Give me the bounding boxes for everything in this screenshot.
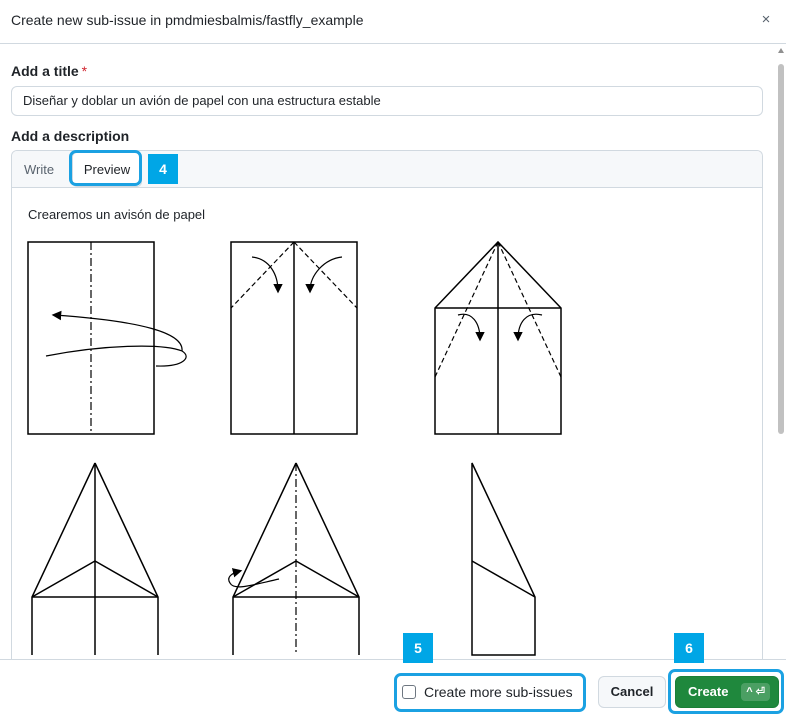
- description-editor: Write Preview Crearemos un avisón de pap…: [11, 150, 763, 670]
- cancel-button[interactable]: Cancel: [598, 676, 666, 708]
- editor-tabbar: Write Preview: [12, 151, 762, 188]
- close-icon[interactable]: ×: [756, 10, 776, 30]
- preview-text: Crearemos un avisón de papel: [28, 207, 206, 222]
- tab-preview[interactable]: Preview: [72, 152, 142, 187]
- annotation-badge-5: 5: [403, 633, 433, 663]
- required-mark: *: [81, 63, 88, 79]
- step-6-drawing: [471, 462, 536, 656]
- create-more-label[interactable]: Create more sub-issues: [424, 684, 573, 700]
- annotation-badge-4: 4: [148, 154, 178, 184]
- create-shortcut-hint: ^ ⏎: [741, 683, 770, 701]
- annotation-badge-6: 6: [674, 633, 704, 663]
- scrollbar[interactable]: [776, 46, 786, 658]
- step-3-drawing: [434, 240, 562, 435]
- step-2-drawing: [230, 241, 358, 435]
- dialog-title: Create new sub-issue in pmdmiesbalmis/fa…: [11, 12, 364, 28]
- title-input[interactable]: Diseñar y doblar un avión de papel con u…: [11, 86, 763, 116]
- create-more-checkbox[interactable]: [402, 685, 416, 699]
- title-label: Add a title *: [11, 63, 87, 79]
- step-5-drawing: [228, 462, 360, 655]
- tab-write[interactable]: Write: [24, 151, 54, 188]
- dialog-footer: [0, 659, 786, 726]
- description-label: Add a description: [11, 128, 130, 144]
- dialog-header: Create new sub-issue in pmdmiesbalmis/fa…: [0, 0, 786, 44]
- scroll-thumb[interactable]: [778, 64, 784, 434]
- create-button[interactable]: Create ^ ⏎: [675, 676, 779, 708]
- create-more-toggle[interactable]: Create more sub-issues: [402, 684, 573, 700]
- paper-plane-instructions-image: [27, 240, 562, 656]
- scroll-up-icon[interactable]: [778, 48, 784, 53]
- create-button-label: Create: [688, 684, 729, 699]
- step-4-drawing: [31, 462, 159, 655]
- step-1-drawing: [27, 241, 187, 435]
- title-label-text: Add a title: [11, 63, 79, 79]
